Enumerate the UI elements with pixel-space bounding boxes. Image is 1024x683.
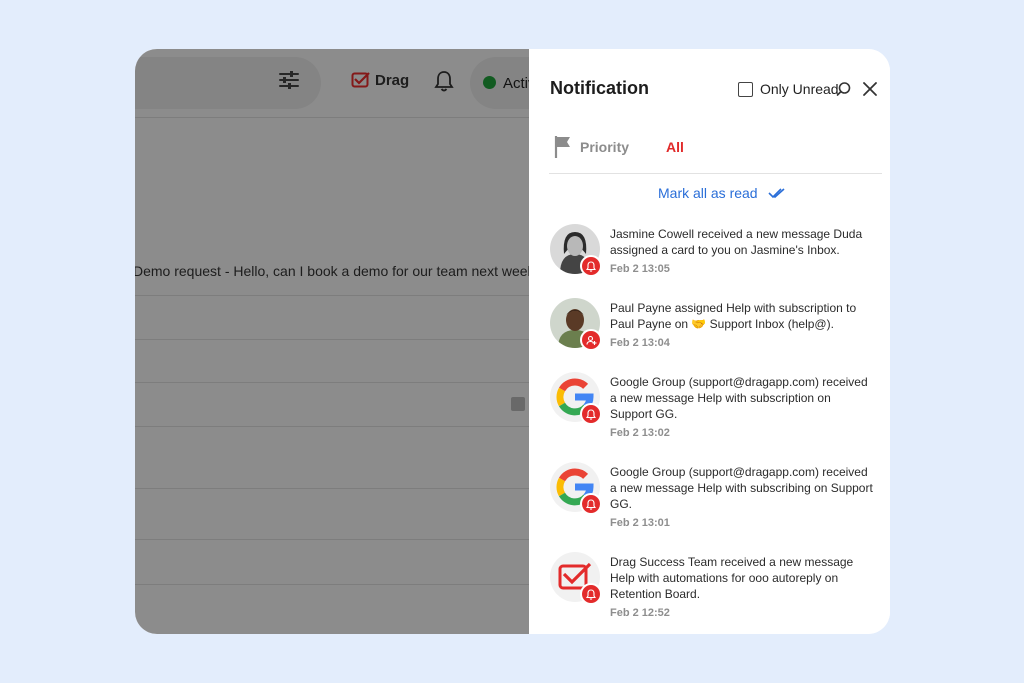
bell-icon <box>586 408 596 420</box>
modal-overlay[interactable] <box>135 49 529 634</box>
notification-item[interactable]: Google Group (support@dragapp.com) recei… <box>550 462 880 544</box>
notification-badge <box>580 583 602 605</box>
notification-item[interactable]: Jasmine Cowell received a new message Du… <box>550 224 880 306</box>
panel-title: Notification <box>550 78 649 98</box>
only-unread-label: Only Unread <box>760 81 839 97</box>
notification-time: Feb 2 13:04 <box>610 337 670 349</box>
notification-panel: Notification Only Unread Priority All Ma… <box>529 49 890 634</box>
notification-time: Feb 2 13:02 <box>610 427 670 439</box>
app-window: Drag Active Demo request - Hello, can I … <box>135 49 890 634</box>
notification-time: Feb 2 12:52 <box>610 607 670 619</box>
tab-priority[interactable]: Priority <box>554 135 629 159</box>
bell-icon <box>586 260 596 272</box>
user-plus-icon <box>585 335 596 345</box>
notification-text: Drag Success Team received a new message… <box>610 555 854 601</box>
tab-all[interactable]: All <box>666 139 684 155</box>
only-unread-checkbox[interactable] <box>738 81 753 97</box>
notification-badge <box>580 493 602 515</box>
close-icon[interactable] <box>862 81 878 97</box>
search-icon[interactable] <box>836 81 852 97</box>
bell-icon <box>586 588 596 600</box>
notification-badge <box>580 403 602 425</box>
divider <box>549 173 882 174</box>
notification-text: Jasmine Cowell received a new message Du… <box>610 227 863 257</box>
notification-text: Google Group (support@dragapp.com) recei… <box>610 465 873 511</box>
notification-time: Feb 2 13:05 <box>610 263 670 275</box>
notification-item[interactable]: Google Group (support@dragapp.com) recei… <box>550 372 880 454</box>
notification-item[interactable]: Drag Success Team received a new message… <box>550 552 880 634</box>
notification-text: Google Group (support@dragapp.com) recei… <box>610 375 868 421</box>
bell-icon <box>586 498 596 510</box>
notification-time: Feb 2 13:01 <box>610 517 670 529</box>
mark-all-read-label: Mark all as read <box>658 185 758 201</box>
notification-badge <box>580 255 602 277</box>
flag-icon <box>554 136 570 158</box>
double-check-icon <box>768 188 785 199</box>
only-unread-toggle[interactable]: Only Unread <box>738 81 839 97</box>
notification-text: Paul Payne assigned Help with subscripti… <box>610 301 857 331</box>
notification-badge <box>580 329 602 351</box>
tab-priority-label: Priority <box>580 139 630 155</box>
background-app: Drag Active Demo request - Hello, can I … <box>135 49 529 634</box>
mark-all-read-button[interactable]: Mark all as read <box>658 185 786 201</box>
notification-item[interactable]: Paul Payne assigned Help with subscripti… <box>550 298 880 380</box>
